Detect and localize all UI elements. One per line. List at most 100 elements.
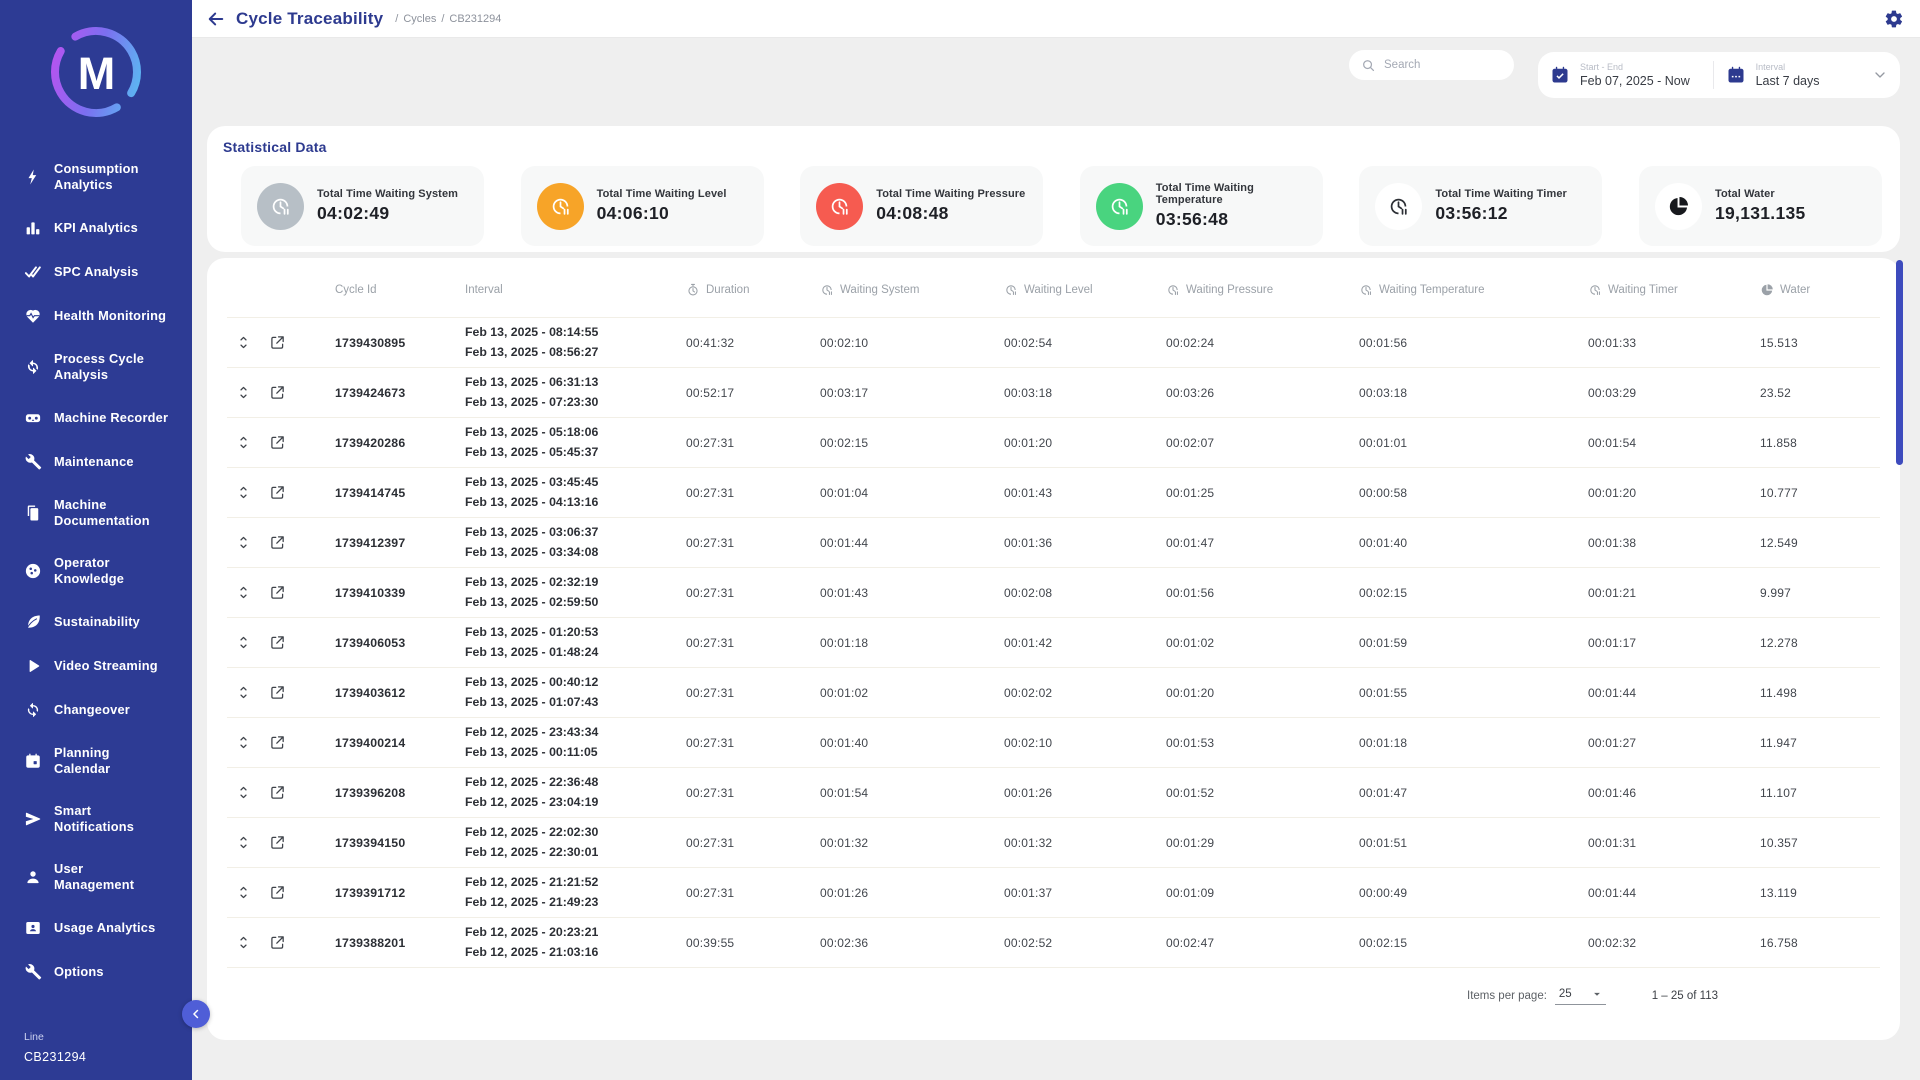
stat-card: Total Time Waiting Level 04:06:10 (521, 166, 764, 246)
cell-waiting-system: 00:03:17 (780, 386, 964, 400)
sidebar-item[interactable]: Operator Knowledge (10, 542, 178, 600)
column-header[interactable]: Duration (646, 283, 780, 297)
cell-waiting-system: 00:01:44 (780, 536, 964, 550)
expand-row-button[interactable] (234, 684, 252, 702)
page-range: 1 – 25 of 113 (1652, 990, 1718, 1002)
column-header[interactable]: Water (1720, 283, 1880, 297)
sidebar-item[interactable]: Machine Recorder (10, 396, 178, 440)
expand-row-button[interactable] (234, 834, 252, 852)
sidebar-item[interactable]: Process Cycle Analysis (10, 338, 178, 396)
logo-letter: M (46, 22, 146, 122)
cell-waiting-timer: 00:01:20 (1548, 486, 1720, 500)
expand-row-button[interactable] (234, 884, 252, 902)
cell-waiting-temperature: 00:01:01 (1319, 436, 1548, 450)
sidebar-item-icon (24, 409, 42, 427)
sidebar-item[interactable]: Machine Documentation (10, 484, 178, 542)
search-input[interactable] (1384, 59, 1502, 71)
cell-waiting-temperature: 00:02:15 (1319, 586, 1548, 600)
sidebar-item[interactable]: User Management (10, 848, 178, 906)
breadcrumb-item[interactable]: / CB231294 (441, 13, 501, 25)
open-cycle-button[interactable] (268, 384, 286, 402)
sidebar-item-label: Health Monitoring (54, 308, 166, 324)
interval-end: Feb 12, 2025 - 22:30:01 (465, 843, 646, 862)
expand-row-button[interactable] (234, 734, 252, 752)
open-cycle-button[interactable] (268, 434, 286, 452)
cell-waiting-pressure: 00:01:25 (1126, 486, 1319, 500)
column-header[interactable]: Cycle Id (295, 284, 425, 296)
open-cycle-button[interactable] (268, 734, 286, 752)
sidebar-item[interactable]: Maintenance (10, 440, 178, 484)
sidebar-item-icon (24, 919, 42, 937)
column-header[interactable]: Interval (425, 284, 646, 296)
expand-row-button[interactable] (234, 334, 252, 352)
sidebar-item[interactable]: Consumption Analytics (10, 148, 178, 206)
expand-row-button[interactable] (234, 634, 252, 652)
sidebar-item[interactable]: Health Monitoring (10, 294, 178, 338)
column-header[interactable]: Waiting Temperature (1319, 283, 1548, 297)
sidebar-item[interactable]: Changeover (10, 688, 178, 732)
cell-waiting-pressure: 00:02:47 (1126, 936, 1319, 950)
cell-waiting-level: 00:02:54 (964, 336, 1126, 350)
open-cycle-button[interactable] (268, 784, 286, 802)
gear-icon[interactable] (1884, 9, 1904, 29)
sidebar-item[interactable]: KPI Analytics (10, 206, 178, 250)
breadcrumb-item[interactable]: / Cycles (395, 13, 436, 25)
column-header[interactable]: Waiting Pressure (1126, 283, 1319, 297)
stat-card-icon (1375, 183, 1422, 230)
table-scrollbar-thumb[interactable] (1896, 260, 1903, 465)
interval-label: Interval (1756, 62, 1820, 72)
open-cycle-button[interactable] (268, 934, 286, 952)
column-header-label: Waiting System (840, 284, 919, 296)
previous-page-button[interactable] (1788, 985, 1810, 1007)
sidebar-item-icon (24, 963, 42, 981)
sidebar-item-label: Video Streaming (54, 658, 158, 674)
expand-row-button[interactable] (234, 934, 252, 952)
last-page-button[interactable] (1856, 985, 1878, 1007)
sidebar-item[interactable]: Sustainability (10, 600, 178, 644)
sidebar-collapse-button[interactable] (182, 1000, 210, 1028)
expand-row-button[interactable] (234, 384, 252, 402)
sidebar-item[interactable]: SPC Analysis (10, 250, 178, 294)
sidebar-item-label: Machine Documentation (54, 497, 150, 529)
sidebar-item[interactable]: Smart Notifications (10, 790, 178, 848)
open-cycle-button[interactable] (268, 484, 286, 502)
interval-end: Feb 13, 2025 - 07:23:30 (465, 393, 646, 412)
first-page-button[interactable] (1754, 985, 1776, 1007)
expand-row-button[interactable] (234, 584, 252, 602)
items-per-page-select[interactable]: 25 (1555, 987, 1606, 1005)
next-page-button[interactable] (1822, 985, 1844, 1007)
expand-row-button[interactable] (234, 434, 252, 452)
expand-row-button[interactable] (234, 784, 252, 802)
open-cycle-button[interactable] (268, 334, 286, 352)
expand-row-button[interactable] (234, 484, 252, 502)
sidebar-item[interactable]: Video Streaming (10, 644, 178, 688)
cell-waiting-pressure: 00:01:09 (1126, 886, 1319, 900)
sidebar-item[interactable]: Options (10, 950, 178, 994)
sidebar-item[interactable]: Planning Calendar (10, 732, 178, 790)
open-cycle-button[interactable] (268, 884, 286, 902)
table-row: 1739388201 Feb 12, 2025 - 20:23:21 Feb 1… (227, 918, 1880, 968)
open-cycle-button[interactable] (268, 634, 286, 652)
sidebar-item-icon (24, 562, 42, 580)
statistical-data-panel: Statistical Data Total Time Waiting Syst… (207, 126, 1900, 252)
column-header-label: Waiting Pressure (1186, 284, 1273, 296)
column-header[interactable]: Waiting System (780, 283, 964, 297)
sidebar-item-icon (24, 168, 42, 186)
chevron-down-icon[interactable] (1872, 67, 1888, 83)
column-header[interactable]: Waiting Level (964, 283, 1126, 297)
open-cycle-button[interactable] (268, 684, 286, 702)
column-header[interactable]: Waiting Timer (1548, 283, 1720, 297)
back-button[interactable] (206, 9, 226, 29)
sidebar-item[interactable]: Usage Analytics (10, 906, 178, 950)
cell-waiting-temperature: 00:03:18 (1319, 386, 1548, 400)
expand-row-button[interactable] (234, 534, 252, 552)
start-end-picker[interactable]: Start - End Feb 07, 2025 - Now (1538, 62, 1713, 88)
column-header-label: Waiting Temperature (1379, 284, 1484, 296)
open-cycle-button[interactable] (268, 584, 286, 602)
sidebar-item-icon (24, 453, 42, 471)
open-cycle-button[interactable] (268, 834, 286, 852)
interval-picker[interactable]: Interval Last 7 days (1714, 62, 1872, 88)
open-cycle-button[interactable] (268, 534, 286, 552)
cell-waiting-level: 00:03:18 (964, 386, 1126, 400)
interval-start: Feb 12, 2025 - 22:02:30 (465, 823, 646, 842)
